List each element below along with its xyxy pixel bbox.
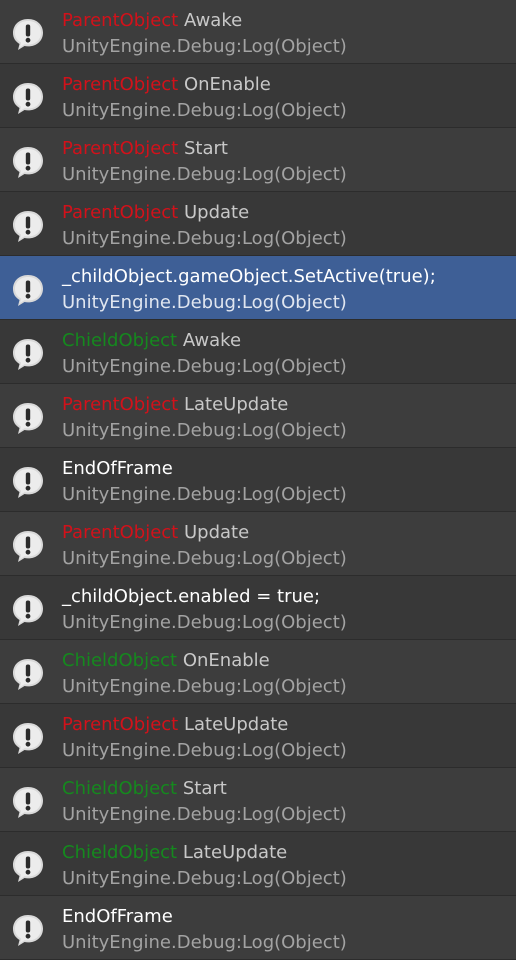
log-message: EndOfFrame bbox=[62, 904, 173, 930]
log-info-icon bbox=[10, 144, 46, 180]
log-event-name: LateUpdate bbox=[183, 714, 289, 735]
child-object-label: ChieldObject bbox=[62, 650, 178, 671]
log-stacktrace: UnityEngine.Debug:Log(Object) bbox=[62, 932, 347, 953]
log-entry[interactable]: ParentObject LateUpdate UnityEngine.Debu… bbox=[0, 384, 516, 448]
log-text: EndOfFrame bbox=[62, 906, 173, 927]
child-object-label: ChieldObject bbox=[62, 778, 178, 799]
log-message: EndOfFrame bbox=[62, 456, 173, 482]
log-stacktrace: UnityEngine.Debug:Log(Object) bbox=[62, 356, 347, 377]
child-object-label: ChieldObject bbox=[62, 330, 178, 351]
log-event-name: Awake bbox=[182, 330, 242, 351]
log-message: ParentObject LateUpdate bbox=[62, 712, 288, 738]
log-stacktrace: UnityEngine.Debug:Log(Object) bbox=[62, 484, 347, 505]
log-entry[interactable]: EndOfFrame UnityEngine.Debug:Log(Object) bbox=[0, 896, 516, 960]
log-entry[interactable]: ParentObject OnEnable UnityEngine.Debug:… bbox=[0, 64, 516, 128]
parent-object-label: ParentObject bbox=[62, 714, 179, 735]
log-info-icon bbox=[10, 336, 46, 372]
log-text: EndOfFrame bbox=[62, 458, 173, 479]
log-info-icon bbox=[10, 720, 46, 756]
console-log-list: ParentObject Awake UnityEngine.Debug:Log… bbox=[0, 0, 516, 960]
log-text: _childObject.gameObject.SetActive(true); bbox=[62, 266, 436, 287]
log-stacktrace: UnityEngine.Debug:Log(Object) bbox=[62, 804, 347, 825]
log-stacktrace: UnityEngine.Debug:Log(Object) bbox=[62, 740, 347, 761]
log-stacktrace: UnityEngine.Debug:Log(Object) bbox=[62, 36, 347, 57]
log-entry[interactable]: _childObject.enabled = true; UnityEngine… bbox=[0, 576, 516, 640]
log-info-icon bbox=[10, 80, 46, 116]
log-event-name: LateUpdate bbox=[183, 394, 289, 415]
log-entry[interactable]: ParentObject Update UnityEngine.Debug:Lo… bbox=[0, 192, 516, 256]
log-stacktrace: UnityEngine.Debug:Log(Object) bbox=[62, 420, 347, 441]
log-message: ParentObject Update bbox=[62, 520, 249, 546]
log-message: ParentObject LateUpdate bbox=[62, 392, 288, 418]
parent-object-label: ParentObject bbox=[62, 138, 179, 159]
parent-object-label: ParentObject bbox=[62, 522, 179, 543]
log-info-icon bbox=[10, 656, 46, 692]
log-entry[interactable]: ParentObject Start UnityEngine.Debug:Log… bbox=[0, 128, 516, 192]
log-message: _childObject.gameObject.SetActive(true); bbox=[62, 264, 436, 290]
parent-object-label: ParentObject bbox=[62, 74, 179, 95]
parent-object-label: ParentObject bbox=[62, 202, 179, 223]
log-entry[interactable]: EndOfFrame UnityEngine.Debug:Log(Object) bbox=[0, 448, 516, 512]
log-info-icon bbox=[10, 400, 46, 436]
log-message: ChieldObject LateUpdate bbox=[62, 840, 287, 866]
log-event-name: Awake bbox=[183, 10, 243, 31]
log-message: ChieldObject OnEnable bbox=[62, 648, 270, 674]
log-stacktrace: UnityEngine.Debug:Log(Object) bbox=[62, 868, 347, 889]
log-message: ParentObject Awake bbox=[62, 8, 242, 34]
log-info-icon bbox=[10, 784, 46, 820]
log-event-name: OnEnable bbox=[182, 650, 270, 671]
log-entry[interactable]: ParentObject LateUpdate UnityEngine.Debu… bbox=[0, 704, 516, 768]
log-stacktrace: UnityEngine.Debug:Log(Object) bbox=[62, 548, 347, 569]
parent-object-label: ParentObject bbox=[62, 394, 179, 415]
log-info-icon bbox=[10, 848, 46, 884]
log-stacktrace: UnityEngine.Debug:Log(Object) bbox=[62, 612, 347, 633]
log-event-name: Update bbox=[183, 202, 250, 223]
log-event-name: LateUpdate bbox=[182, 842, 288, 863]
log-event-name: Start bbox=[182, 778, 227, 799]
log-entry[interactable]: ChieldObject OnEnable UnityEngine.Debug:… bbox=[0, 640, 516, 704]
log-stacktrace: UnityEngine.Debug:Log(Object) bbox=[62, 100, 347, 121]
log-info-icon bbox=[10, 912, 46, 948]
log-event-name: Start bbox=[183, 138, 228, 159]
log-entry[interactable]: ChieldObject Start UnityEngine.Debug:Log… bbox=[0, 768, 516, 832]
log-event-name: OnEnable bbox=[183, 74, 271, 95]
log-info-icon bbox=[10, 208, 46, 244]
child-object-label: ChieldObject bbox=[62, 842, 178, 863]
log-message: _childObject.enabled = true; bbox=[62, 584, 320, 610]
log-info-icon bbox=[10, 592, 46, 628]
parent-object-label: ParentObject bbox=[62, 10, 179, 31]
log-message: ChieldObject Start bbox=[62, 776, 227, 802]
log-entry-selected[interactable]: _childObject.gameObject.SetActive(true);… bbox=[0, 256, 516, 320]
log-stacktrace: UnityEngine.Debug:Log(Object) bbox=[62, 164, 347, 185]
log-message: ParentObject Update bbox=[62, 200, 249, 226]
log-stacktrace: UnityEngine.Debug:Log(Object) bbox=[62, 228, 347, 249]
log-entry[interactable]: ChieldObject Awake UnityEngine.Debug:Log… bbox=[0, 320, 516, 384]
log-entry[interactable]: ParentObject Awake UnityEngine.Debug:Log… bbox=[0, 0, 516, 64]
log-entry[interactable]: ChieldObject LateUpdate UnityEngine.Debu… bbox=[0, 832, 516, 896]
log-message: ChieldObject Awake bbox=[62, 328, 241, 354]
log-stacktrace: UnityEngine.Debug:Log(Object) bbox=[62, 292, 347, 313]
log-info-icon bbox=[10, 272, 46, 308]
log-info-icon bbox=[10, 464, 46, 500]
log-info-icon bbox=[10, 528, 46, 564]
log-entry[interactable]: ParentObject Update UnityEngine.Debug:Lo… bbox=[0, 512, 516, 576]
log-message: ParentObject OnEnable bbox=[62, 72, 271, 98]
log-message: ParentObject Start bbox=[62, 136, 228, 162]
log-stacktrace: UnityEngine.Debug:Log(Object) bbox=[62, 676, 347, 697]
log-info-icon bbox=[10, 16, 46, 52]
log-text: _childObject.enabled = true; bbox=[62, 586, 321, 607]
log-event-name: Update bbox=[183, 522, 250, 543]
